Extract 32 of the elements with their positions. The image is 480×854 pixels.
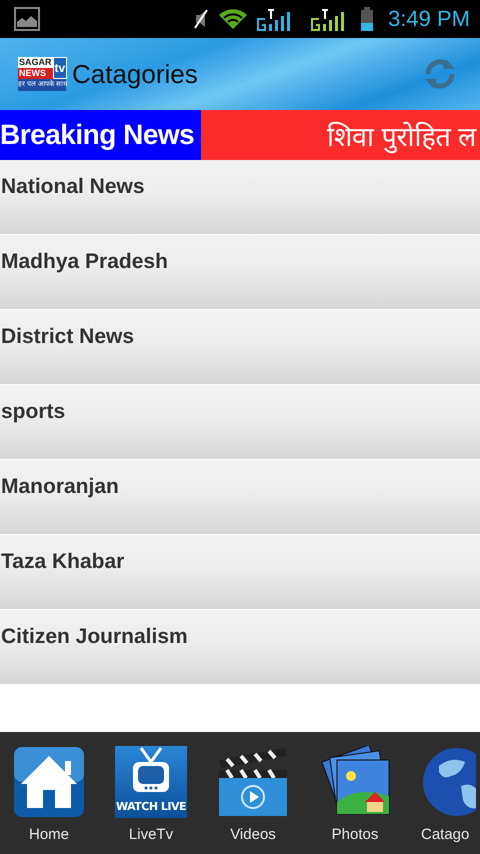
news-ticker: शिवा पुरोहित ल <box>326 120 476 154</box>
battery-icon <box>360 7 374 31</box>
category-item[interactable]: Citizen Journalism <box>0 610 480 685</box>
wifi-icon <box>218 8 248 30</box>
nav-label: LiveTv <box>128 826 174 843</box>
house-icon <box>13 746 85 818</box>
nav-label: Catago <box>421 826 470 843</box>
category-item[interactable]: National News <box>0 160 480 235</box>
category-item[interactable]: sports <box>0 385 480 460</box>
mute-icon <box>192 8 210 30</box>
clapperboard-icon <box>217 746 289 818</box>
breaking-news-label: Breaking News <box>0 110 201 160</box>
category-item[interactable]: Madhya Pradesh <box>0 235 480 310</box>
nav-item[interactable]: Home <box>13 746 85 854</box>
logo-badge: tv <box>52 57 68 79</box>
nav-label: Photos <box>332 826 378 843</box>
nav-item[interactable]: WATCH LIVE LiveTv <box>115 746 187 854</box>
nav-label: Videos <box>230 826 276 843</box>
image-icon <box>14 7 40 31</box>
screen-title: Catagories <box>72 58 199 90</box>
icon-caption: WATCH LIVE <box>116 800 186 813</box>
clock: 3:49 PM <box>388 6 470 32</box>
category-item[interactable]: Taza Khabar <box>0 535 480 610</box>
nav-item[interactable]: Catago <box>421 746 476 854</box>
nav-item[interactable]: Videos <box>217 746 289 854</box>
nav-item[interactable]: Photos <box>319 746 391 854</box>
nav-label: Home <box>28 826 69 843</box>
category-item[interactable]: Manoranjan <box>0 460 480 535</box>
category-item[interactable]: District News <box>0 310 480 385</box>
globe-icon <box>421 746 476 818</box>
logo-text: NEWS <box>18 68 53 79</box>
logo-text: SAGAR <box>18 57 53 68</box>
